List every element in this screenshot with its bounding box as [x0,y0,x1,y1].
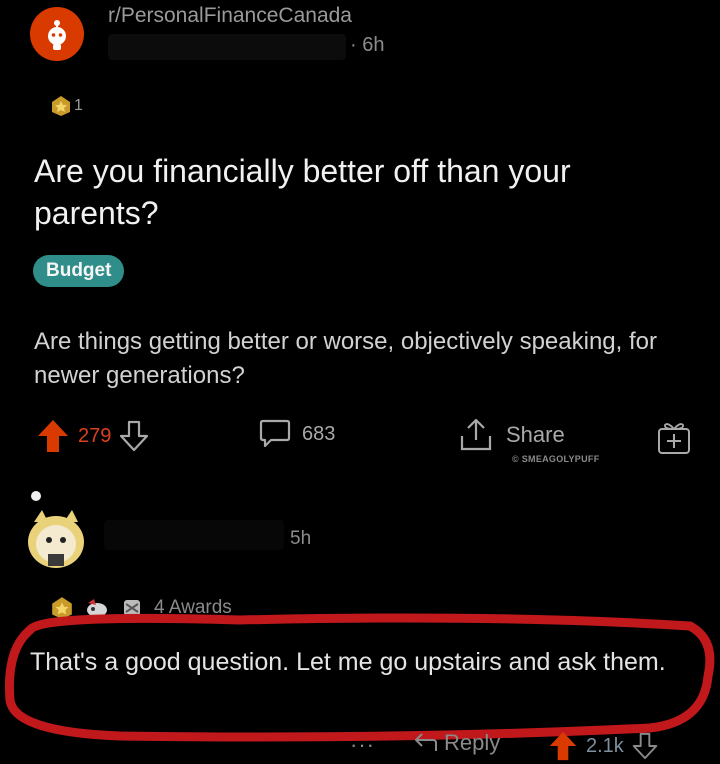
award-count: 1 [74,97,83,114]
comment-bubble-icon [259,419,291,448]
downvote-arrow-icon[interactable] [119,419,149,453]
subreddit-name[interactable]: r/PersonalFinanceCanada [108,4,352,28]
comment-count: 683 [302,422,336,445]
share-label: Share [506,422,565,447]
post-time: · 6h [350,34,385,56]
upvote-arrow-icon[interactable] [36,418,70,454]
post-flair[interactable]: Budget [33,255,125,287]
commenter-name-redacted[interactable] [104,520,284,550]
commenter-avatar[interactable] [22,490,88,570]
reply-label: Reply [444,730,501,755]
comment-vote-group: 2.1k [548,730,658,762]
post-body: Are things getting better or worse, obje… [34,328,657,389]
reply-arrow-icon [415,733,437,751]
comment-time: 5h [290,528,312,549]
post-title[interactable]: Are you financially better off than your… [34,150,674,234]
subreddit-avatar[interactable] [30,7,84,61]
post-vote-group: 279 [36,418,149,454]
post-awards[interactable]: 1 [50,95,83,117]
share-button[interactable]: Share [458,418,565,452]
comment-score: 2.1k [586,734,624,757]
gift-award-icon[interactable] [656,420,692,461]
comments-button[interactable]: 683 [258,418,335,450]
post-score: 279 [78,424,112,447]
reply-button[interactable]: Reply [412,730,500,756]
award-icon [52,96,70,116]
more-options-button[interactable]: ··· [350,732,375,758]
highlight-circle [4,613,715,742]
share-icon [460,418,492,451]
reddit-alien-icon [48,20,66,50]
upvote-arrow-icon[interactable] [548,730,578,762]
watermark: © SMEAGOLYPUFF [512,454,600,464]
author-name-redacted[interactable] [108,34,346,60]
downvote-arrow-icon[interactable] [632,731,658,761]
